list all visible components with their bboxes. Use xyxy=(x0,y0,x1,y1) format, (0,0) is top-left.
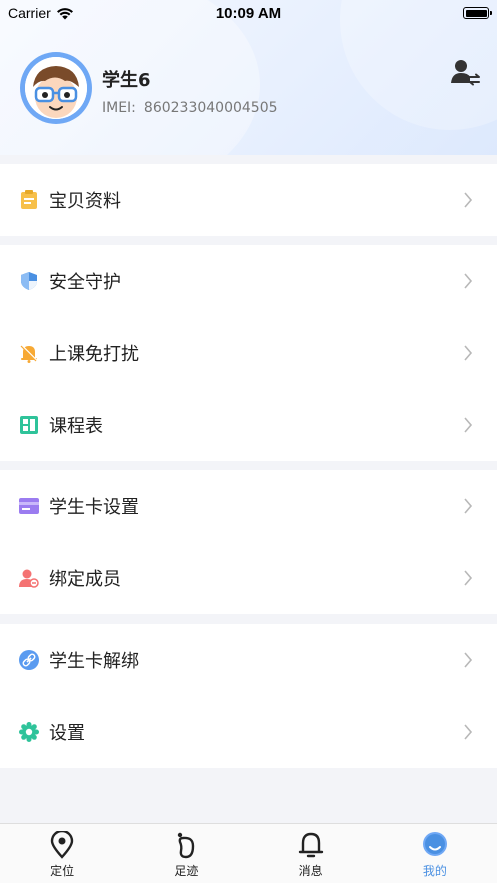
menu-item-timetable[interactable]: 课程表 xyxy=(0,389,497,461)
status-bar: Carrier 10:09 AM xyxy=(0,0,497,26)
imei-row: IMEI: 860233040004505 xyxy=(102,100,278,116)
bell-icon xyxy=(296,830,326,860)
chevron-right-icon xyxy=(464,192,473,208)
my-profile-icon xyxy=(420,830,450,860)
avatar[interactable] xyxy=(20,52,92,124)
shield-icon xyxy=(19,271,39,291)
carrier-label: Carrier xyxy=(8,5,51,21)
chevron-right-icon xyxy=(464,498,473,514)
menu-item-safety-guard[interactable]: 安全守护 xyxy=(0,245,497,317)
menu-item-settings[interactable]: 设置 xyxy=(0,696,497,768)
menu-item-label: 绑定成员 xyxy=(49,569,121,590)
tab-label: 足迹 xyxy=(174,864,199,878)
tab-label: 我的 xyxy=(422,864,447,878)
menu-item-baby-profile[interactable]: 宝贝资料 xyxy=(0,164,497,236)
chevron-right-icon xyxy=(464,652,473,668)
imei-value: 860233040004505 xyxy=(143,100,278,116)
link-icon xyxy=(19,650,39,670)
chevron-right-icon xyxy=(464,273,473,289)
chevron-right-icon xyxy=(464,417,473,433)
tab-label: 消息 xyxy=(298,864,323,878)
gear-icon xyxy=(19,722,39,742)
menu-item-bind-member[interactable]: 绑定成员 xyxy=(0,542,497,614)
profile-card-icon xyxy=(19,190,39,210)
wifi-icon xyxy=(56,7,73,19)
menu-item-label: 学生卡设置 xyxy=(49,497,139,518)
menu-group: 安全守护 上课免打扰 课程表 xyxy=(0,245,497,461)
avatar-face-icon xyxy=(25,57,87,119)
profile-header: Carrier 10:09 AM 学生6 IMEI: 8602330400045… xyxy=(0,0,497,155)
chevron-right-icon xyxy=(464,724,473,740)
tab-mine[interactable]: 我的 xyxy=(373,824,497,883)
menu-group: 宝贝资料 xyxy=(0,164,497,236)
menu-item-label: 安全守护 xyxy=(49,272,121,293)
menu-item-unbind-student-card[interactable]: 学生卡解绑 xyxy=(0,624,497,696)
menu-item-label: 设置 xyxy=(49,723,85,744)
battery-icon xyxy=(463,7,492,19)
menu-item-label: 学生卡解绑 xyxy=(49,651,139,672)
tab-messages[interactable]: 消息 xyxy=(249,824,373,883)
footprint-icon xyxy=(171,830,201,860)
switch-student-button[interactable] xyxy=(450,58,482,88)
tab-label: 定位 xyxy=(50,864,75,878)
bind-member-icon xyxy=(19,568,39,588)
tab-location[interactable]: 定位 xyxy=(0,824,124,883)
menu-group: 学生卡设置 绑定成员 xyxy=(0,470,497,614)
bottom-tab-bar: 定位 足迹 消息 我的 xyxy=(0,823,497,883)
user-switch-icon xyxy=(451,60,480,86)
student-name: 学生6 xyxy=(102,70,151,91)
menu-item-label: 课程表 xyxy=(49,416,103,437)
menu-item-label: 上课免打扰 xyxy=(49,344,139,365)
menu-group: 学生卡解绑 设置 xyxy=(0,624,497,768)
chevron-right-icon xyxy=(464,570,473,586)
menu-item-label: 宝贝资料 xyxy=(49,191,121,212)
imei-label: IMEI: xyxy=(102,100,136,116)
card-icon xyxy=(19,496,39,516)
location-pin-icon xyxy=(47,830,77,860)
bell-mute-icon xyxy=(19,343,39,363)
timetable-icon xyxy=(19,415,39,435)
chevron-right-icon xyxy=(464,345,473,361)
status-time: 10:09 AM xyxy=(215,4,282,22)
menu-item-class-do-not-disturb[interactable]: 上课免打扰 xyxy=(0,317,497,389)
tab-footprint[interactable]: 足迹 xyxy=(124,824,248,883)
menu-item-student-card-settings[interactable]: 学生卡设置 xyxy=(0,470,497,542)
